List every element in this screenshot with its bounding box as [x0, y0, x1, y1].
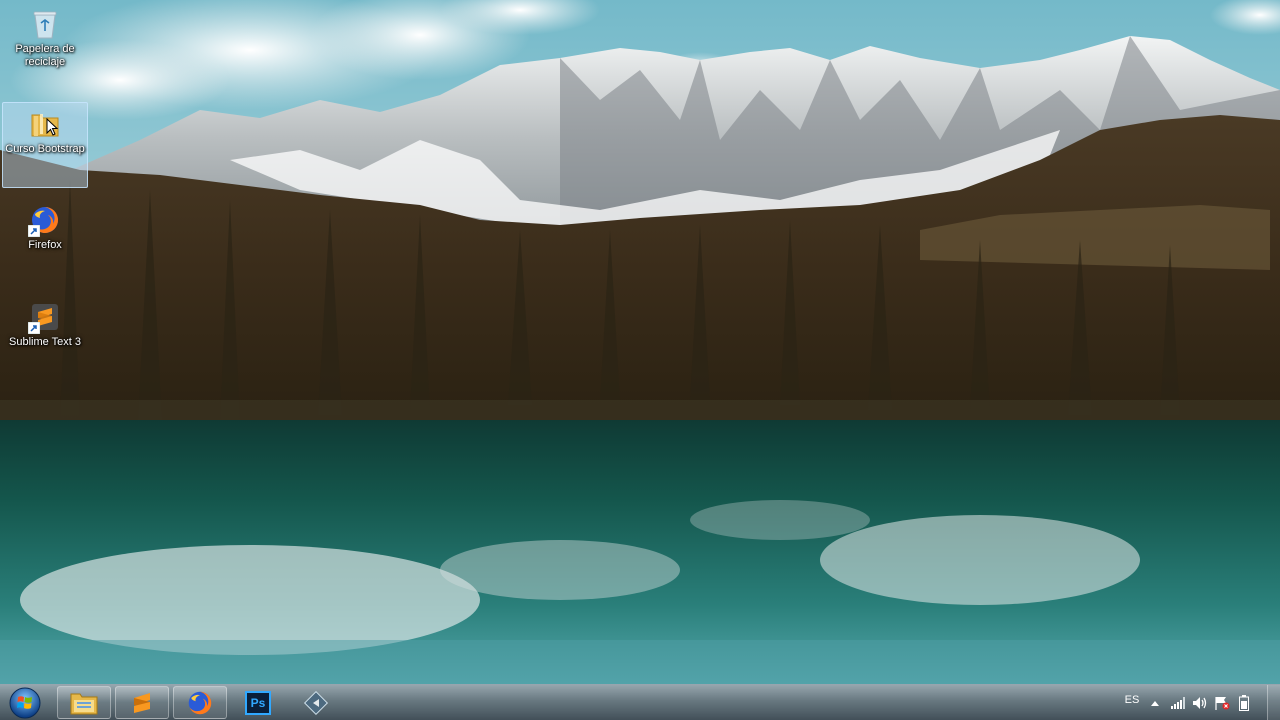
desktop-icon-label: Curso Bootstrap: [5, 143, 85, 155]
firefox-icon: [188, 691, 212, 714]
desktop-icon-firefox[interactable]: Firefox: [2, 198, 88, 284]
recycle-bin-icon: [28, 7, 62, 41]
desktop-icon-label: Sublime Text 3: [9, 336, 81, 348]
system-tray: ES: [1120, 685, 1280, 720]
volume-icon[interactable]: [1190, 685, 1210, 720]
desktop-icon-label: Firefox: [28, 239, 62, 251]
desktop-icon-sublime-text[interactable]: Sublime Text 3: [2, 295, 88, 381]
windows-start-orb-icon: [9, 687, 41, 719]
desktop-wallpaper: [0, 0, 1280, 684]
desktop-icon-recycle-bin[interactable]: Papelera de reciclaje: [2, 2, 88, 88]
photoshop-icon: Ps: [245, 690, 271, 715]
taskbar: Ps ES: [0, 684, 1280, 720]
show-desktop-button[interactable]: [1267, 685, 1280, 720]
action-center-flag-icon[interactable]: [1212, 685, 1232, 720]
battery-icon[interactable]: [1234, 685, 1254, 720]
photoshop-icon-text: Ps: [250, 695, 266, 710]
sublime-text-icon: [28, 300, 62, 334]
sublime-text-icon: [134, 692, 150, 713]
network-signal-icon[interactable]: [1168, 685, 1188, 720]
language-indicator[interactable]: ES: [1120, 682, 1144, 717]
desktop-icon-curso-bootstrap[interactable]: Curso Bootstrap: [2, 102, 88, 188]
taskbar-firefox-button[interactable]: [173, 686, 227, 719]
shortcut-arrow-icon: [28, 225, 40, 237]
firefox-icon: [28, 203, 62, 237]
taskbar-app-button[interactable]: [289, 686, 343, 719]
start-button[interactable]: [5, 686, 45, 720]
taskbar-photoshop-button[interactable]: Ps: [231, 686, 285, 719]
mouse-cursor-icon: [46, 118, 58, 136]
show-hidden-icons-arrow-icon[interactable]: [1148, 685, 1162, 720]
app-diamond-icon: [303, 690, 329, 715]
shortcut-arrow-icon: [28, 322, 40, 334]
taskbar-explorer-button[interactable]: [57, 686, 111, 719]
folder-icon: [70, 693, 98, 714]
taskbar-sublime-button[interactable]: [115, 686, 169, 719]
desktop-icon-label: Papelera de reciclaje: [15, 43, 75, 68]
